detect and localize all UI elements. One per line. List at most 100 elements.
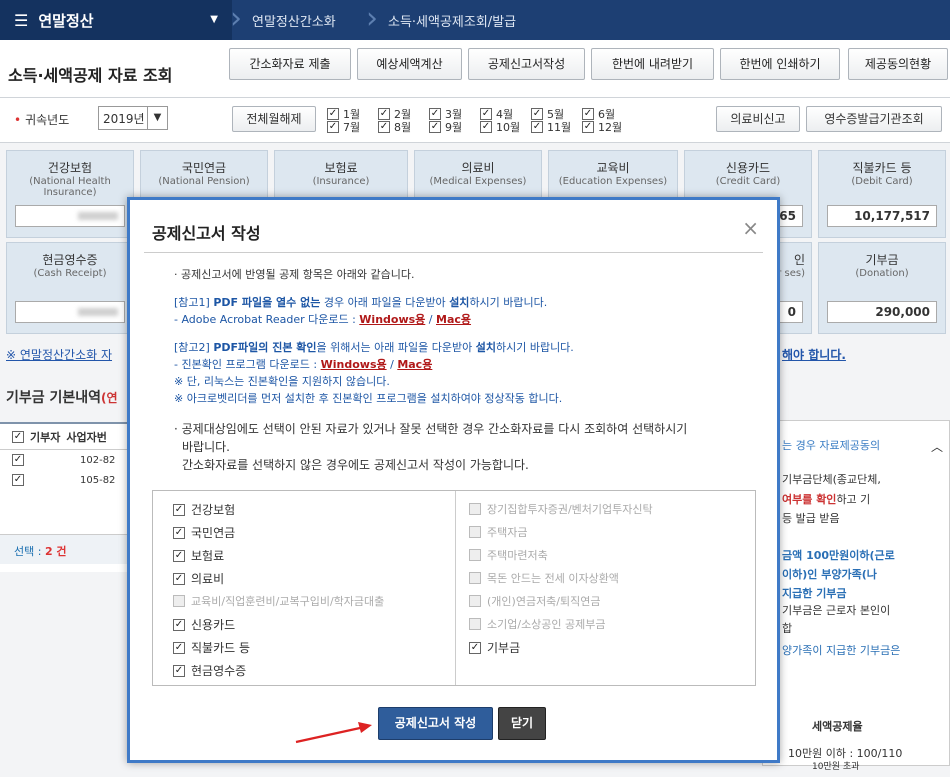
verify-windows-link[interactable]: Windows용	[321, 358, 387, 371]
month-checkbox-10[interactable]: ✓ 10월	[480, 119, 520, 135]
acrobat-mac-link[interactable]: Mac용	[436, 313, 471, 326]
month-checkbox-12[interactable]: ✓ 12월	[582, 119, 622, 135]
item-debit-card[interactable]: ✓ 직불카드 등	[173, 639, 250, 656]
info-text: 합	[782, 622, 793, 635]
breadcrumb-item-current[interactable]: 소득·세액공제조회/발급	[388, 0, 516, 40]
write-form-submit-button[interactable]: 공제신고서 작성	[378, 707, 493, 740]
item-national-pension[interactable]: ✓ 국민연금	[173, 524, 235, 541]
reference-2-text: [참고2] PDF파일의 진본 확인을 위해서는 아래 파일을 다운받아 설치하…	[174, 341, 574, 354]
info-text: 지급한 기부금	[782, 587, 847, 600]
table-row[interactable]: ✓ 105-82	[0, 470, 128, 490]
dropdown-caret-icon: ▼	[210, 14, 218, 25]
card-label: 국민연금	[181, 161, 227, 175]
month-checkbox-9[interactable]: ✓ 9월	[429, 119, 462, 135]
info-text: 양가족이 지급한 기부금은	[782, 644, 901, 657]
card-label-en: (Education Expenses)	[558, 176, 668, 187]
estimate-tax-button[interactable]: 예상세액계산	[357, 48, 462, 80]
item-cash-receipt[interactable]: ✓ 현금영수증	[173, 662, 246, 679]
item-education: 교육비/직업훈련비/교복구입비/학자금대출	[173, 593, 384, 609]
download-all-button[interactable]: 한번에 내려받기	[591, 48, 714, 80]
submit-simplified-button[interactable]: 간소화자료 제출	[229, 48, 351, 80]
card-value: 10,177,517	[827, 205, 937, 227]
card-label-en: (Insurance)	[312, 176, 370, 187]
card-health-insurance[interactable]: 건강보험 (National Health Insurance)	[6, 150, 134, 238]
item-health-insurance[interactable]: ✓ 건강보험	[173, 501, 235, 518]
month-checkbox-11[interactable]: ✓ 11월	[531, 119, 571, 135]
info-text: 기부금단체(종교단체,	[782, 473, 881, 486]
card-label: 의료비	[461, 161, 495, 175]
info-text: 금액 100만원이하(근로	[782, 549, 895, 562]
deduction-items-list: ✓ 건강보험 ✓ 국민연금 ✓ 보험료 ✓ 의료비 교육비/직업훈련비/교복구입비/학자…	[152, 490, 756, 686]
list-divider	[455, 491, 456, 685]
notice-text-right: 해야 합니다.	[782, 348, 846, 362]
modal-close-button[interactable]: 닫기	[498, 707, 546, 740]
card-label: 직불카드 등	[852, 161, 912, 175]
red-arrow-annotation	[295, 722, 372, 744]
card-label-en: (Credit Card)	[715, 176, 781, 187]
card-value	[15, 301, 125, 323]
select-all-checkbox[interactable]: ✓	[12, 430, 24, 443]
card-value	[15, 205, 125, 227]
breadcrumb-item-simplified[interactable]: 연말정산간소화	[252, 0, 336, 40]
page-title: 소득·세액공제 자료 조회	[8, 66, 173, 85]
item-insurance[interactable]: ✓ 보험료	[173, 547, 224, 564]
item-pension-savings: (개인)연금저축/퇴직연금	[469, 593, 601, 609]
verify-download-line: - 진본확인 프로그램 다운로드 : Windows용 / Mac용	[174, 358, 433, 371]
item-jeonse-interest: 목돈 안드는 전세 이자상환액	[469, 570, 619, 586]
write-deduction-form-button[interactable]: 공제신고서작성	[468, 48, 585, 80]
card-cash-receipt[interactable]: 현금영수증 (Cash Receipt)	[6, 242, 134, 334]
item-donation[interactable]: ✓ 기부금	[469, 639, 520, 656]
item-housing-savings: 주택마련저축	[469, 547, 548, 563]
intro-text: · 공제신고서에 반영될 공제 항목은 아래와 같습니다.	[174, 268, 415, 281]
receipt-org-search-button[interactable]: 영수증발급기관조회	[806, 106, 942, 132]
card-label: 교육비	[596, 161, 630, 175]
item-small-business: 소기업/소상공인 공제부금	[469, 616, 606, 632]
verify-mac-link[interactable]: Mac용	[397, 358, 432, 371]
card-label-en: (Medical Expenses)	[429, 176, 527, 187]
divider	[144, 252, 763, 253]
reference-1-text: [참고1] PDF 파일을 열수 없는 경우 아래 파일을 다운받아 설치하시기…	[174, 296, 548, 309]
breadcrumb-separator-icon: ›	[366, 1, 378, 36]
item-long-term-fund: 장기집합투자증권/벤처기업투자신탁	[469, 501, 653, 517]
print-all-button[interactable]: 한번에 인쇄하기	[720, 48, 840, 80]
year-label: • 귀속년도	[14, 113, 70, 127]
card-donation[interactable]: 기부금 (Donation) 290,000	[818, 242, 946, 334]
card-label: 건강보험	[47, 161, 93, 175]
info-text: 등 발급 받음	[782, 512, 840, 525]
month-checkbox-7[interactable]: ✓ 7월	[327, 119, 360, 135]
info-text: 이하)인 부양가족(나	[782, 568, 877, 581]
chevron-down-icon: ▼	[147, 107, 167, 129]
main-menu-dropdown[interactable]: ☰ 연말정산 ▼	[0, 0, 232, 40]
top-navigation-bar: ☰ 연말정산 ▼ › 연말정산간소화 › 소득·세액공제조회/발급	[0, 0, 950, 40]
breadcrumb-separator-icon: ›	[230, 1, 242, 36]
info-text: 기부금은 근로자 본인이	[782, 604, 891, 617]
year-select[interactable]: 2019년 ▼	[98, 106, 168, 130]
card-label-en: (National Pension)	[158, 176, 250, 187]
medical-report-button[interactable]: 의료비신고	[716, 106, 800, 132]
instruction-text: · 공제대상임에도 선택이 안된 자료가 있거나 잘못 선택한 경우 간소화자료…	[174, 422, 688, 436]
card-label: 보험료	[324, 161, 358, 175]
notice-link[interactable]: ※ 연말정산간소화 자	[6, 346, 112, 363]
card-value: 290,000	[827, 301, 937, 323]
clear-all-months-button[interactable]: 전체월해제	[232, 106, 316, 132]
page-header: 소득·세액공제 자료 조회 간소화자료 제출 예상세액계산 공제신고서작성 한번…	[0, 40, 950, 98]
deduction-form-modal: 공제신고서 작성 × · 공제신고서에 반영될 공제 항목은 아래와 같습니다.…	[127, 197, 780, 763]
modal-title: 공제신고서 작성	[152, 224, 261, 243]
item-medical[interactable]: ✓ 의료비	[173, 570, 224, 587]
selection-count: 선택 : 2 건	[0, 534, 128, 564]
month-checkbox-8[interactable]: ✓ 8월	[378, 119, 411, 135]
acrobat-windows-link[interactable]: Windows용	[359, 313, 425, 326]
card-label-en: (Cash Receipt)	[33, 268, 107, 279]
item-credit-card[interactable]: ✓ 신용카드	[173, 616, 235, 633]
card-label: 신용카드	[725, 161, 771, 175]
consent-status-button[interactable]: 제공동의현황	[848, 48, 948, 80]
rate-text: 10만원 초과	[812, 762, 860, 772]
instruction-text: 간소화자료를 선택하지 않은 경우에도 공제신고서 작성이 가능합니다.	[182, 458, 529, 472]
info-text: 여부를 확인하고 기	[782, 493, 871, 506]
close-icon[interactable]: ×	[742, 218, 759, 238]
card-debit-card[interactable]: 직불카드 등 (Debit Card) 10,177,517	[818, 150, 946, 238]
info-text: 는 경우 자료제공동의	[782, 439, 881, 452]
card-label: 현금영수증	[42, 253, 98, 267]
table-row[interactable]: ✓ 102-82	[0, 450, 128, 470]
note-linux: ※ 단, 리눅스는 진본확인을 지원하지 않습니다.	[174, 375, 390, 388]
